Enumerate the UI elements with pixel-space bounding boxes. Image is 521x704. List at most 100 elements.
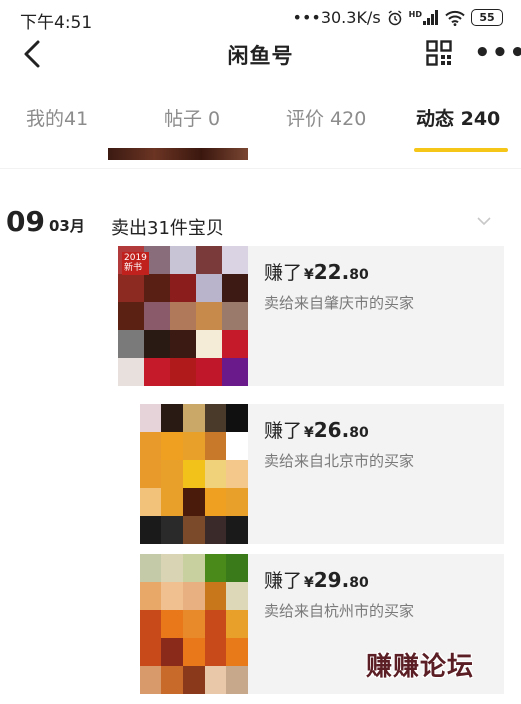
new-book-badge: 2019 新书 xyxy=(122,252,149,275)
mosaic-tile xyxy=(170,358,196,386)
mosaic-tile xyxy=(204,404,227,432)
mosaic-tile xyxy=(222,358,248,386)
mosaic-tile xyxy=(144,274,170,302)
mosaic-tile xyxy=(226,488,249,516)
earned-label: 赚了 xyxy=(264,420,303,442)
mosaic-tile xyxy=(161,666,184,694)
mosaic-tile xyxy=(222,274,248,302)
mosaic-tile xyxy=(204,516,227,544)
mosaic-tile xyxy=(183,610,205,638)
earned-amount: 赚了 ¥22.80 xyxy=(264,258,369,285)
mosaic-tile xyxy=(204,432,227,460)
divider xyxy=(0,168,521,169)
mosaic-tile xyxy=(226,666,249,694)
mosaic-tile xyxy=(118,610,140,638)
earned-amount: 赚了 ¥26.80 xyxy=(264,416,369,443)
mosaic-tile xyxy=(183,554,205,582)
mosaic-tile xyxy=(118,432,140,460)
mosaic-tile xyxy=(118,554,140,582)
mosaic-tile xyxy=(204,488,227,516)
buyer-location: 卖给来自肇庆市的买家 xyxy=(264,294,415,312)
previous-item-image xyxy=(108,148,248,160)
product-thumbnail xyxy=(118,554,249,694)
status-bar: 下午4:51 •••30.3K/s HD 55 xyxy=(0,0,521,34)
mosaic-tile xyxy=(170,274,196,302)
mosaic-tile xyxy=(222,330,248,358)
mosaic-tile xyxy=(226,582,249,610)
status-icons: •••30.3K/s HD 55 xyxy=(293,8,503,27)
mosaic-tile xyxy=(183,404,205,432)
mosaic-tile xyxy=(139,488,162,516)
mosaic-tile xyxy=(226,610,249,638)
earned-label: 赚了 xyxy=(264,262,303,284)
tab-activity[interactable]: 动态 240 xyxy=(416,104,500,131)
tab-mine[interactable]: 我的41 xyxy=(26,104,88,131)
mosaic-tile xyxy=(118,516,140,544)
currency-symbol: ¥ xyxy=(304,267,314,283)
mosaic-tile xyxy=(139,554,162,582)
mosaic-tile xyxy=(139,610,162,638)
sold-item-card[interactable]: 2019 新书 赚了 ¥22.80 卖给来自肇庆市的买家 xyxy=(118,246,504,386)
mosaic-tile xyxy=(161,516,184,544)
amount-decimal: 80 xyxy=(349,267,369,283)
mosaic-tile xyxy=(204,638,227,666)
mosaic-tile xyxy=(226,460,249,488)
mosaic-tile xyxy=(161,610,184,638)
feed-date: 09 03月 xyxy=(6,205,85,238)
mosaic-tile xyxy=(196,302,222,330)
mosaic-tile xyxy=(196,330,222,358)
mosaic-tile xyxy=(196,358,222,386)
mosaic-tile xyxy=(226,516,249,544)
buyer-location: 卖给来自杭州市的买家 xyxy=(264,602,415,620)
sold-group-title: 卖出31件宝贝 xyxy=(111,218,224,239)
tab-posts[interactable]: 帖子 0 xyxy=(164,104,220,131)
mosaic-tile xyxy=(139,666,162,694)
mosaic-tile xyxy=(118,460,140,488)
mosaic-tile xyxy=(144,358,170,386)
mosaic-tile xyxy=(204,666,227,694)
date-day: 09 xyxy=(6,205,45,238)
mosaic-tile xyxy=(139,460,162,488)
more-dots-icon[interactable]: ••• xyxy=(474,38,521,68)
mosaic-tile xyxy=(139,516,162,544)
chevron-down-icon[interactable] xyxy=(476,214,492,228)
sold-item-card[interactable]: 赚了 ¥26.80 卖给来自北京市的买家 xyxy=(118,404,504,544)
mosaic-tile xyxy=(161,488,184,516)
date-month: 03月 xyxy=(48,217,85,235)
mosaic-tile xyxy=(183,432,205,460)
tab-bar: 我的41 帖子 0 评价 420 动态 240 xyxy=(0,92,521,152)
alarm-icon xyxy=(388,9,402,25)
mosaic-tile xyxy=(161,638,184,666)
mosaic-tile xyxy=(170,330,196,358)
signal-icon: HD xyxy=(409,10,439,25)
mosaic-tile xyxy=(139,638,162,666)
mosaic-tile xyxy=(161,582,184,610)
qr-code-icon[interactable] xyxy=(426,40,452,66)
tab-reviews[interactable]: 评价 420 xyxy=(286,104,366,131)
mosaic-tile xyxy=(226,404,249,432)
mosaic-tile xyxy=(204,582,227,610)
mosaic-tile xyxy=(226,554,249,582)
mosaic-tile xyxy=(161,432,184,460)
mosaic-tile xyxy=(118,404,140,432)
active-tab-indicator xyxy=(414,148,508,152)
mosaic-tile xyxy=(118,302,144,330)
mosaic-tile xyxy=(139,404,162,432)
mosaic-tile xyxy=(183,488,205,516)
earned-amount: 赚了 ¥29.80 xyxy=(264,566,369,593)
mosaic-tile xyxy=(118,638,140,666)
mosaic-tile xyxy=(183,666,205,694)
product-thumbnail xyxy=(118,404,249,544)
buyer-location: 卖给来自北京市的买家 xyxy=(264,452,415,470)
mosaic-tile xyxy=(183,638,205,666)
mosaic-tile xyxy=(139,432,162,460)
mosaic-tile xyxy=(118,358,144,386)
wifi-icon xyxy=(445,10,465,26)
mosaic-tile xyxy=(118,274,144,302)
mosaic-tile xyxy=(226,432,249,460)
mosaic-tile xyxy=(196,246,222,274)
amount-decimal: 80 xyxy=(349,425,369,441)
mosaic-tile xyxy=(204,554,227,582)
mosaic-tile xyxy=(222,302,248,330)
mosaic-tile xyxy=(222,246,248,274)
